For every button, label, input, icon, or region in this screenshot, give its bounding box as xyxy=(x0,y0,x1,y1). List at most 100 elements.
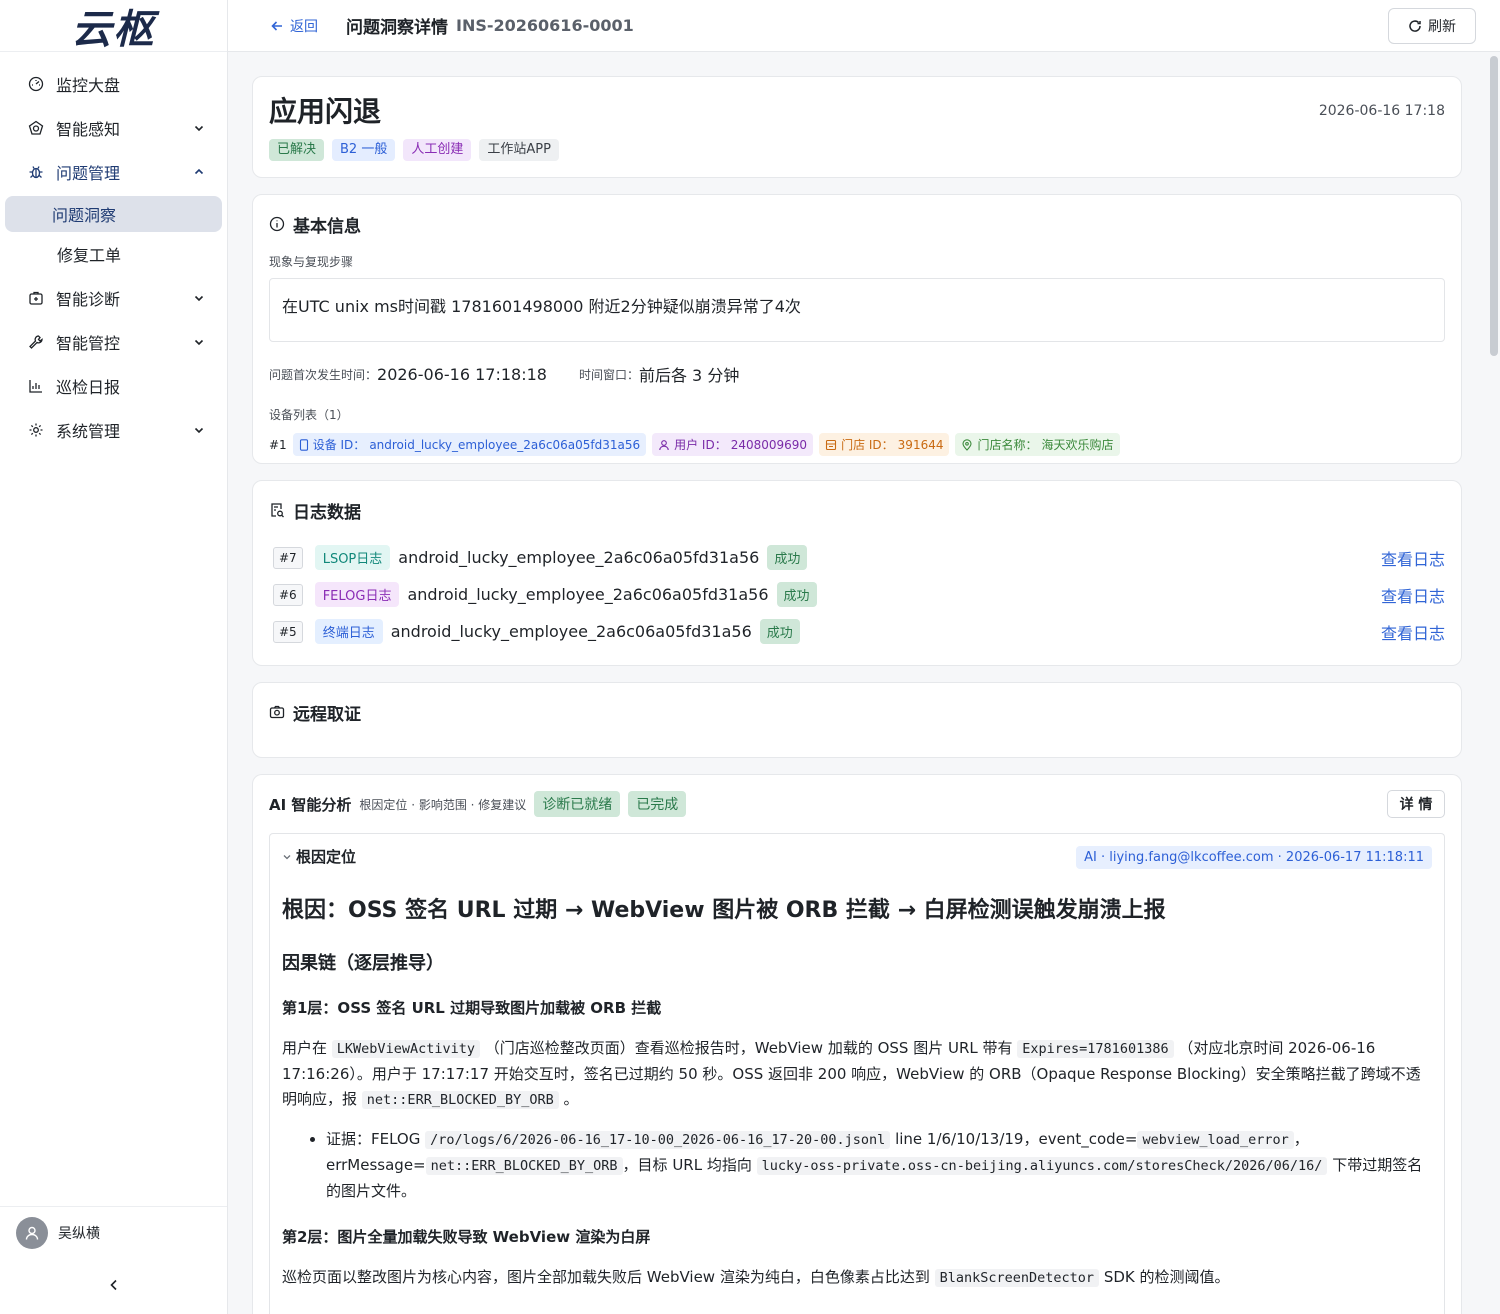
device-id-tag[interactable]: 设备 ID： android_lucky_employee_2a6c06a05fd… xyxy=(292,433,647,456)
log-row: #5 终端日志 android_lucky_employee_2a6c06a05… xyxy=(269,613,1445,650)
layer2-heading: 第2层：图片全量加载失败导致 WebView 渲染为白屏 xyxy=(282,1228,651,1246)
shop-id-value: 391644 xyxy=(897,437,944,452)
device-list-label: 设备列表（1） xyxy=(269,408,349,422)
code: /ro/logs/6/2026-06-16_17-10-00_2026-06-1… xyxy=(425,1131,891,1149)
code: net::ERR_BLOCKED_BY_ORB xyxy=(361,1091,559,1109)
view-log-link[interactable]: 查看日志 xyxy=(1381,583,1445,607)
refresh-button[interactable]: 刷新 xyxy=(1388,8,1476,44)
refresh-icon xyxy=(1409,20,1421,32)
sidebar-item-label: 智能诊断 xyxy=(56,290,121,309)
chevron-left-icon xyxy=(107,1277,121,1296)
issue-title: 应用闪退 xyxy=(269,95,382,128)
sidebar-nav: 监控大盘 智能感知 问题管理 问题洞察 修复工单 智能诊断 智能管控 巡检日报 xyxy=(0,52,227,452)
log-number: #7 xyxy=(273,546,303,569)
log-type-badge: FELOG日志 xyxy=(314,582,400,607)
medkit-icon xyxy=(28,290,44,306)
gear-icon xyxy=(28,422,44,438)
info-icon xyxy=(269,216,285,232)
text: ，目标 URL 均指向 xyxy=(622,1156,752,1174)
log-status-badge: 成功 xyxy=(776,582,817,607)
sidebar-item-control[interactable]: 智能管控 xyxy=(0,320,227,364)
device-id-value: android_lucky_employee_2a6c06a05fd31a56 xyxy=(369,437,641,452)
sidebar-subitem-insight[interactable]: 问题洞察 xyxy=(5,196,222,232)
gauge-icon xyxy=(28,76,44,92)
view-log-link[interactable]: 查看日志 xyxy=(1381,620,1445,644)
chevron-down-icon xyxy=(283,854,291,859)
diagnosis-ready-badge: 诊断已就绪 xyxy=(534,791,621,817)
avatar xyxy=(16,1216,48,1249)
store-icon xyxy=(826,439,837,450)
back-label: 返回 xyxy=(290,18,318,35)
log-row: #7 LSOP日志 android_lucky_employee_2a6c06a… xyxy=(269,539,1445,576)
radar-icon xyxy=(28,120,44,136)
sidebar-item-diagnosis[interactable]: 智能诊断 xyxy=(0,276,227,320)
log-device: android_lucky_employee_2a6c06a05fd31a56 xyxy=(398,548,760,567)
view-log-link[interactable]: 查看日志 xyxy=(1381,546,1445,570)
chevron-down-icon xyxy=(193,122,205,134)
list-item: 证据：FELOG /ro/logs/6/2026-06-16_17-10-00_… xyxy=(326,1127,1432,1204)
user-profile[interactable]: 吴纵横 xyxy=(0,1206,227,1258)
user-icon xyxy=(659,439,669,450)
shop-name-tag[interactable]: 门店名称： 海天欢乐购店 xyxy=(955,433,1120,456)
log-status-badge: 成功 xyxy=(767,545,808,570)
sidebar-item-label: 智能管控 xyxy=(56,334,121,353)
issue-tags: 已解决 B2 一般 人工创建 工作站APP xyxy=(269,139,1445,161)
sidebar-item-label: 智能感知 xyxy=(56,120,121,139)
refresh-label: 刷新 xyxy=(1428,19,1456,35)
text: line 1/6/10/13/19，event_code= xyxy=(895,1130,1138,1148)
sidebar-item-system[interactable]: 系统管理 xyxy=(0,408,227,452)
chevron-up-icon xyxy=(193,166,205,178)
scrollbar[interactable] xyxy=(1490,56,1498,356)
device-id-label: 设备 ID： xyxy=(312,438,366,452)
text: 用户在 xyxy=(282,1039,328,1057)
shop-id-tag[interactable]: 门店 ID： 391644 xyxy=(819,433,950,456)
description-label: 现象与复现步骤 xyxy=(269,255,354,269)
text: 。 xyxy=(563,1090,579,1108)
user-id-label: 用户 ID： xyxy=(674,438,727,452)
chevron-down-icon xyxy=(193,424,205,436)
issue-summary-card: 应用闪退 2026-06-16 17:18 已解决 B2 一般 人工创建 工作站… xyxy=(252,76,1462,178)
log-device: android_lucky_employee_2a6c06a05fd31a56 xyxy=(390,622,752,641)
remote-evidence-heading: 远程取证 xyxy=(269,701,1445,725)
main-content[interactable]: 应用闪退 2026-06-16 17:18 已解决 B2 一般 人工创建 工作站… xyxy=(252,52,1462,1314)
basic-info-heading: 基本信息 xyxy=(269,213,1445,237)
layer1-paragraph: 用户在 LKWebViewActivity （门店巡检整改页面）查看巡检报告时，… xyxy=(282,1036,1432,1113)
shop-name-label: 门店名称： xyxy=(977,438,1038,452)
detail-button[interactable]: 详 情 xyxy=(1387,790,1445,818)
sidebar-item-label: 巡检日报 xyxy=(56,378,121,397)
back-button[interactable]: 返回 xyxy=(270,16,318,36)
sidebar-item-daily-report[interactable]: 巡检日报 xyxy=(0,364,227,408)
app-badge: 工作站APP xyxy=(479,139,559,161)
app-logo[interactable]: 云枢 xyxy=(0,0,227,53)
sidebar-item-issues[interactable]: 问题管理 xyxy=(0,150,227,194)
sidebar-subitem-repair[interactable]: 修复工单 xyxy=(5,236,222,272)
log-number: #6 xyxy=(273,583,303,606)
bar-chart-icon xyxy=(28,378,44,394)
wrench-icon xyxy=(28,334,44,350)
sidebar-item-perception[interactable]: 智能感知 xyxy=(0,106,227,150)
first-time-value: 2026-06-16 17:18:18 xyxy=(377,364,547,384)
remote-evidence-card: 远程取证 xyxy=(252,682,1462,758)
location-pin-icon xyxy=(962,438,973,451)
log-number: #5 xyxy=(273,620,303,643)
log-device: android_lucky_employee_2a6c06a05fd31a56 xyxy=(407,585,769,604)
device-index: #1 xyxy=(269,437,287,452)
log-data-title: 日志数据 xyxy=(293,502,361,523)
log-type-badge: LSOP日志 xyxy=(314,545,391,570)
arrow-left-icon xyxy=(271,20,282,31)
layer2-paragraph: 巡检页面以整改图片为核心内容，图片全部加载失败后 WebView 渲染为纯白，白… xyxy=(282,1265,1432,1291)
user-id-tag[interactable]: 用户 ID： 2408009690 xyxy=(652,433,814,456)
collapse-sidebar-button[interactable] xyxy=(0,1258,227,1314)
level-badge: B2 一般 xyxy=(332,139,396,161)
sidebar-item-label: 问题管理 xyxy=(56,164,121,183)
sidebar-item-dashboard[interactable]: 监控大盘 xyxy=(0,62,227,106)
sidebar: 云枢 监控大盘 智能感知 问题管理 问题洞察 修复工单 智能诊断 智能管控 巡检… xyxy=(0,0,228,1314)
code: BlankScreenDetector xyxy=(934,1269,1100,1287)
layer1-heading: 第1层：OSS 签名 URL 过期导致图片加载被 ORB 拦截 xyxy=(282,999,662,1017)
root-cause-heading: 根因：OSS 签名 URL 过期 → WebView 图片被 ORB 拦截 → … xyxy=(282,898,1166,923)
chevron-down-icon xyxy=(193,336,205,348)
log-row: #6 FELOG日志 android_lucky_employee_2a6c06… xyxy=(269,576,1445,613)
user-id-value: 2408009690 xyxy=(730,437,808,452)
ai-analysis-subtitle: 根因定位 · 影响范围 · 修复建议 xyxy=(359,797,527,812)
causal-chain-heading: 因果链（逐层推导） xyxy=(282,953,444,974)
